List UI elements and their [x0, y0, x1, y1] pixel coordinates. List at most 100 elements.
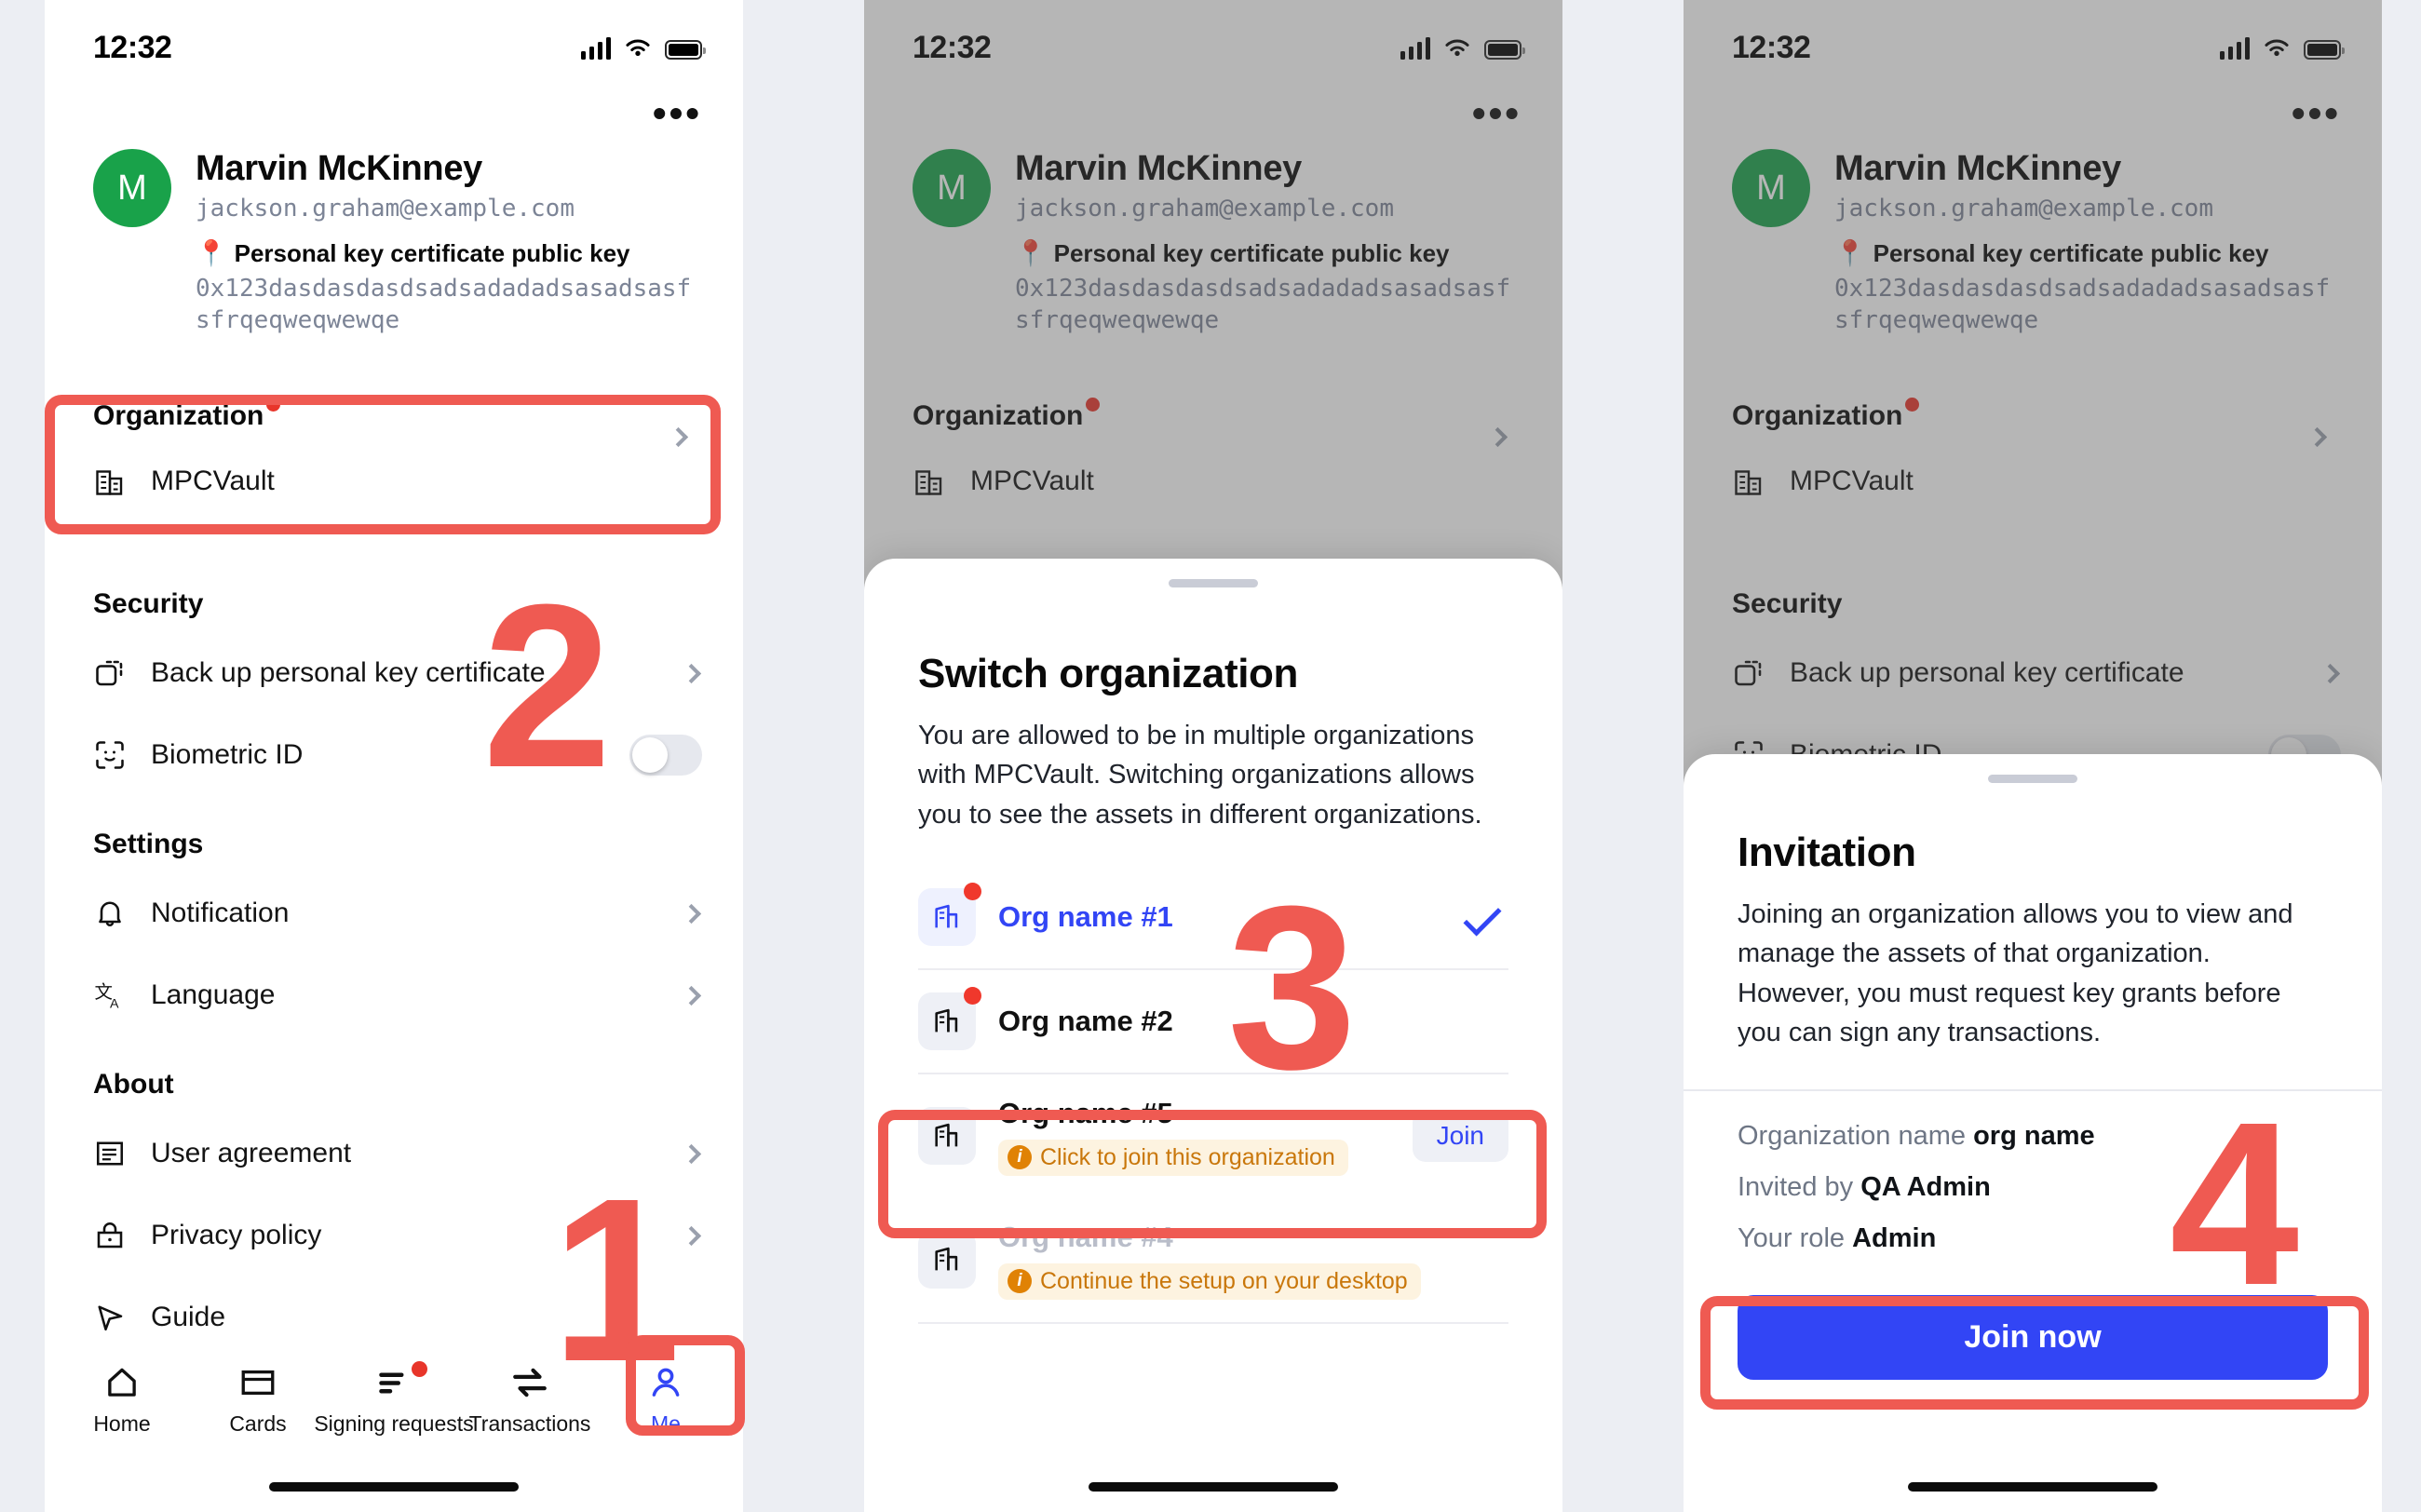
org-status-text: Click to join this organization [1040, 1143, 1335, 1170]
backup-icon [96, 660, 123, 686]
pin-icon: 📍 [1834, 239, 1866, 267]
tab-me[interactable]: Me [601, 1363, 731, 1437]
cellular-signal-icon [580, 37, 611, 60]
building-icon [935, 1124, 958, 1147]
tab-transactions[interactable]: Transactions [465, 1363, 595, 1437]
biometric-id-label: Biometric ID [151, 739, 304, 770]
organization-current-row[interactable]: MPCVault [93, 452, 702, 510]
chevron-right-icon [2320, 663, 2341, 683]
chevron-right-icon [681, 985, 702, 1006]
org-meta: Org name #5 i Click to join this organiz… [998, 1097, 1390, 1176]
profile-email: jackson.graham@example.com [1015, 195, 1394, 223]
chevron-right-icon [681, 663, 702, 683]
org-name: Org name #4 [998, 1220, 1173, 1253]
status-indicators [580, 35, 706, 60]
about-section: About User agreement Privacy policy Guid… [93, 1069, 702, 1346]
home-indicator [1089, 1482, 1338, 1492]
row-guide[interactable]: Guide [93, 1289, 702, 1346]
chevron-right-icon [681, 903, 702, 924]
language-icon: 文 A [95, 982, 120, 1012]
status-time: 12:32 [1732, 29, 1811, 65]
screen-switch-organization: 12:32 ••• M Marvin McKinney jackson.grah [864, 0, 1562, 1512]
row-backup-key[interactable]: Back up personal key certificate [93, 644, 702, 702]
org-status-text: Continue the setup on your desktop [1040, 1267, 1408, 1294]
organization-current-row[interactable]: MPCVault [913, 452, 1522, 510]
row-language[interactable]: 文 A Language [93, 966, 702, 1024]
wifi-icon [626, 39, 650, 57]
row-backup-key[interactable]: Back up personal key certificate [1732, 644, 2341, 702]
settings-section: Settings Notification 文 A Language [93, 829, 702, 1024]
settings-section-title: Settings [93, 829, 204, 859]
org-status-pill: i Continue the setup on your desktop [998, 1262, 1421, 1300]
more-options-icon[interactable]: ••• [653, 94, 702, 133]
status-time: 12:32 [93, 29, 172, 65]
organization-current-row[interactable]: MPCVault [1732, 452, 2341, 510]
org-list-item[interactable]: Org name #5 i Click to join this organiz… [918, 1074, 1508, 1198]
row-user-agreement[interactable]: User agreement [93, 1125, 702, 1182]
organization-chevron[interactable] [1487, 426, 1508, 448]
phone-panel-2: 12:32 ••• M Marvin McKinney jackson.grah [864, 0, 1562, 1512]
chevron-right-icon [1487, 426, 1508, 448]
current-organization-name: MPCVault [1790, 466, 1914, 496]
org-list-item[interactable]: Org name #1 [918, 866, 1508, 970]
public-key-label: 📍 Personal key certificate public key [196, 239, 702, 268]
field-label: Your role [1738, 1223, 1846, 1254]
organization-section-title: Organization [913, 398, 1101, 432]
sheet-grabber[interactable] [1988, 775, 2077, 783]
public-key-label-text: Personal key certificate public key [234, 239, 630, 267]
lock-icon [97, 1222, 123, 1249]
org-list-item[interactable]: Org name #2 [918, 970, 1508, 1074]
row-privacy-policy[interactable]: Privacy policy [93, 1207, 702, 1264]
svg-text:A: A [110, 997, 119, 1012]
join-button[interactable]: Join [1412, 1110, 1508, 1163]
biometric-id-toggle[interactable] [629, 735, 702, 776]
transactions-icon [513, 1368, 547, 1397]
avatar: M [913, 149, 991, 227]
tab-cards[interactable]: Cards [193, 1363, 323, 1437]
backup-key-label: Back up personal key certificate [151, 657, 546, 688]
wifi-icon [2265, 39, 2289, 57]
tab-home[interactable]: Home [57, 1363, 187, 1437]
organization-chevron[interactable] [2306, 426, 2328, 448]
organization-notification-dot [1905, 398, 1920, 412]
field-organization-name: Organization name org name [1738, 1121, 2328, 1152]
org-icon-wrapper [918, 1231, 976, 1289]
public-key-label-text: Personal key certificate public key [1053, 239, 1450, 267]
org-notification-dot [964, 986, 981, 1005]
signing-requests-icon [379, 1372, 404, 1394]
security-section-title: Security [93, 588, 204, 619]
organization-section: Organization MPCVault [1732, 398, 2341, 510]
building-icon [1735, 470, 1762, 495]
field-value: Admin [1852, 1223, 1937, 1254]
organization-section: Organization MPCVault [93, 398, 702, 510]
building-icon [935, 904, 958, 928]
home-indicator [269, 1482, 519, 1492]
tab-cards-label: Cards [229, 1411, 287, 1436]
tab-me-label: Me [651, 1411, 681, 1436]
chevron-right-icon [681, 1143, 702, 1164]
row-biometric-id[interactable]: Biometric ID [93, 726, 702, 784]
tab-signing-requests[interactable]: Signing requests [314, 1360, 474, 1437]
about-section-title: About [93, 1069, 174, 1100]
org-meta: Org name #2 [998, 1005, 1508, 1038]
organization-notification-dot [1086, 398, 1101, 412]
switch-sheet-title: Switch organization [918, 651, 1298, 696]
chevron-right-icon [681, 1225, 702, 1246]
field-label: Invited by [1738, 1172, 1854, 1203]
user-agreement-label: User agreement [151, 1138, 352, 1168]
sheet-grabber[interactable] [1169, 579, 1258, 587]
switch-sheet-body: You are allowed to be in multiple organi… [918, 721, 1482, 830]
pin-icon: 📍 [1015, 239, 1047, 267]
info-icon: i [1008, 1145, 1032, 1170]
more-options-icon[interactable]: ••• [1472, 94, 1522, 133]
join-now-button[interactable]: Join now [1738, 1295, 2328, 1381]
more-options-icon[interactable]: ••• [2292, 94, 2341, 133]
organization-title-text: Organization [913, 400, 1084, 431]
status-time: 12:32 [913, 29, 992, 65]
public-key-label: 📍 Personal key certificate public key [1834, 239, 2341, 268]
org-icon-wrapper [918, 1107, 976, 1166]
pin-icon: 📍 [196, 239, 227, 267]
organization-chevron[interactable] [668, 426, 689, 448]
row-notification[interactable]: Notification [93, 884, 702, 942]
home-icon [108, 1368, 136, 1397]
